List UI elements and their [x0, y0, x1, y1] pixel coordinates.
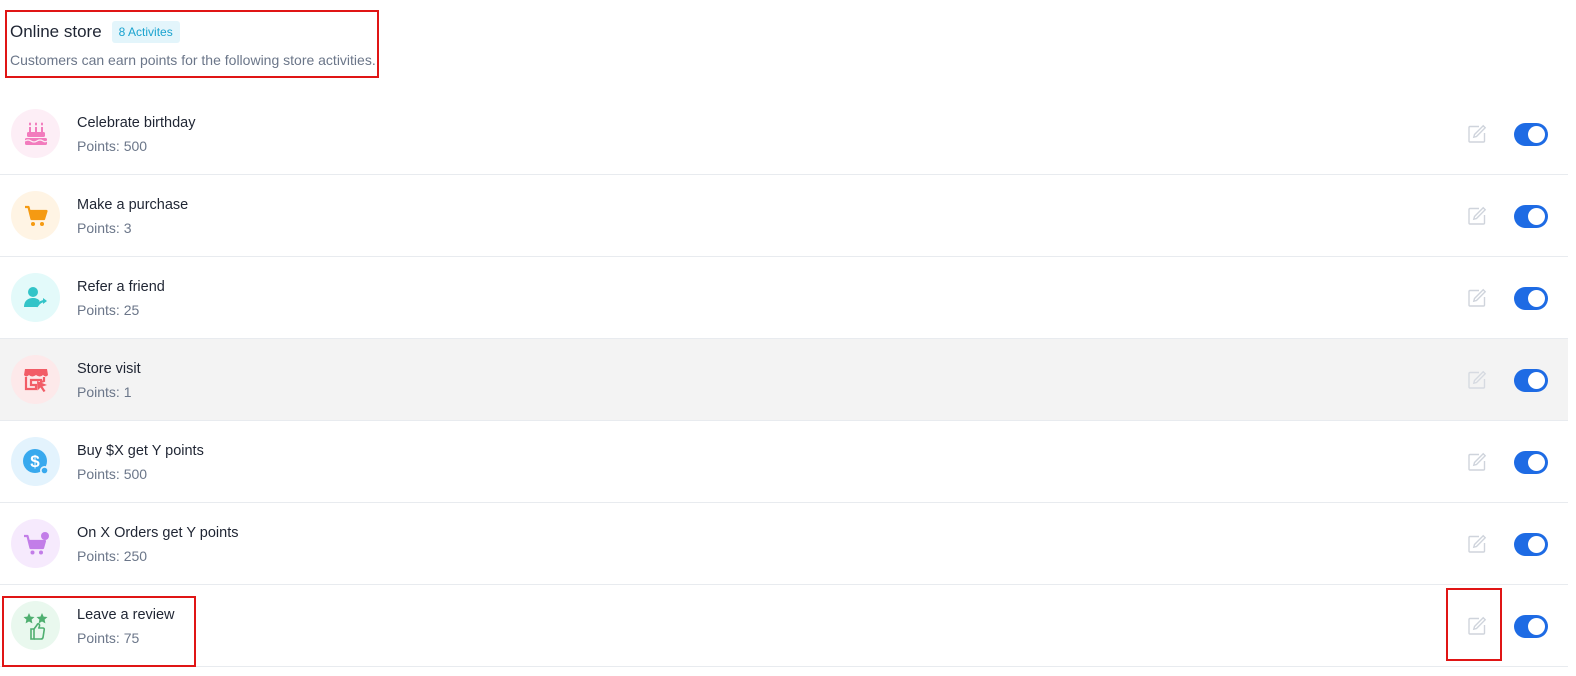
title-row: Online store 8 Activites: [10, 18, 376, 46]
activity-row-make-a-purchase[interactable]: Make a purchase Points: 3: [0, 175, 1568, 257]
activity-points: Points: 1: [77, 384, 132, 400]
activity-toggle[interactable]: [1514, 287, 1548, 310]
activity-row-store-visit[interactable]: Store visit Points: 1: [0, 339, 1568, 421]
activity-row-buy-x-get-y-points[interactable]: $ Buy $X get Y points Points: 500: [0, 421, 1568, 503]
activity-points: Points: 25: [77, 302, 140, 318]
edit-icon[interactable]: [1466, 205, 1488, 227]
review-stars-thumb-icon: [11, 601, 60, 650]
activity-text: Store visit Points: 1: [77, 359, 141, 402]
activity-toggle[interactable]: [1514, 615, 1548, 638]
activity-title: Store visit: [77, 361, 141, 377]
refer-friend-icon: [11, 273, 60, 322]
edit-icon[interactable]: [1466, 369, 1488, 391]
section-subtitle: Customers can earn points for the follow…: [10, 52, 376, 68]
activity-toggle[interactable]: [1514, 123, 1548, 146]
section-header: Online store 8 Activites Customers can e…: [10, 18, 376, 68]
edit-icon[interactable]: [1466, 615, 1488, 637]
activity-text: On X Orders get Y points Points: 250: [77, 523, 238, 566]
activity-title: Refer a friend: [77, 279, 165, 295]
online-store-page: Online store 8 Activites Customers can e…: [0, 0, 1576, 676]
activity-row-on-x-orders-get-y-points[interactable]: On X Orders get Y points Points: 250: [0, 503, 1568, 585]
svg-text:$: $: [30, 452, 40, 471]
activity-title: Celebrate birthday: [77, 115, 196, 131]
activity-toggle[interactable]: [1514, 533, 1548, 556]
activity-row-celebrate-birthday[interactable]: Celebrate birthday Points: 500: [0, 93, 1568, 175]
activity-toggle[interactable]: [1514, 369, 1548, 392]
activity-row-leave-a-review[interactable]: Leave a review Points: 75: [0, 585, 1568, 667]
activity-text: Buy $X get Y points Points: 500: [77, 441, 204, 484]
activity-points: Points: 500: [77, 138, 148, 154]
activities-count-badge: 8 Activites: [111, 21, 180, 43]
activity-points: Points: 75: [77, 630, 140, 646]
activity-title: Leave a review: [77, 607, 175, 623]
toggle-knob: [1528, 454, 1545, 471]
toggle-knob: [1528, 536, 1545, 553]
cart-plus-icon: [11, 519, 60, 568]
toggle-knob: [1528, 290, 1545, 307]
activity-points: Points: 3: [77, 220, 132, 236]
store-visit-icon: [11, 355, 60, 404]
activity-title: Buy $X get Y points: [77, 443, 204, 459]
edit-icon[interactable]: [1466, 123, 1488, 145]
toggle-knob: [1528, 372, 1545, 389]
activity-points: Points: 250: [77, 548, 148, 564]
activity-toggle[interactable]: [1514, 451, 1548, 474]
toggle-knob: [1528, 208, 1545, 225]
edit-icon[interactable]: [1466, 533, 1488, 555]
activity-text: Make a purchase Points: 3: [77, 195, 188, 238]
activity-text: Leave a review Points: 75: [77, 605, 175, 648]
activity-points: Points: 500: [77, 466, 148, 482]
activity-row-refer-a-friend[interactable]: Refer a friend Points: 25: [0, 257, 1568, 339]
section-title: Online store: [10, 22, 102, 41]
dollar-coin-icon: $: [11, 437, 60, 486]
toggle-knob: [1528, 618, 1545, 635]
activity-toggle[interactable]: [1514, 205, 1548, 228]
edit-icon[interactable]: [1466, 287, 1488, 309]
activity-list: Celebrate birthday Points: 500 Make a pu…: [0, 93, 1568, 667]
activity-title: On X Orders get Y points: [77, 525, 239, 541]
toggle-knob: [1528, 126, 1545, 143]
birthday-cake-icon: [11, 109, 60, 158]
activity-text: Refer a friend Points: 25: [77, 277, 165, 320]
activity-title: Make a purchase: [77, 197, 189, 213]
shopping-cart-icon: [11, 191, 60, 240]
activity-text: Celebrate birthday Points: 500: [77, 113, 196, 156]
edit-icon[interactable]: [1466, 451, 1488, 473]
